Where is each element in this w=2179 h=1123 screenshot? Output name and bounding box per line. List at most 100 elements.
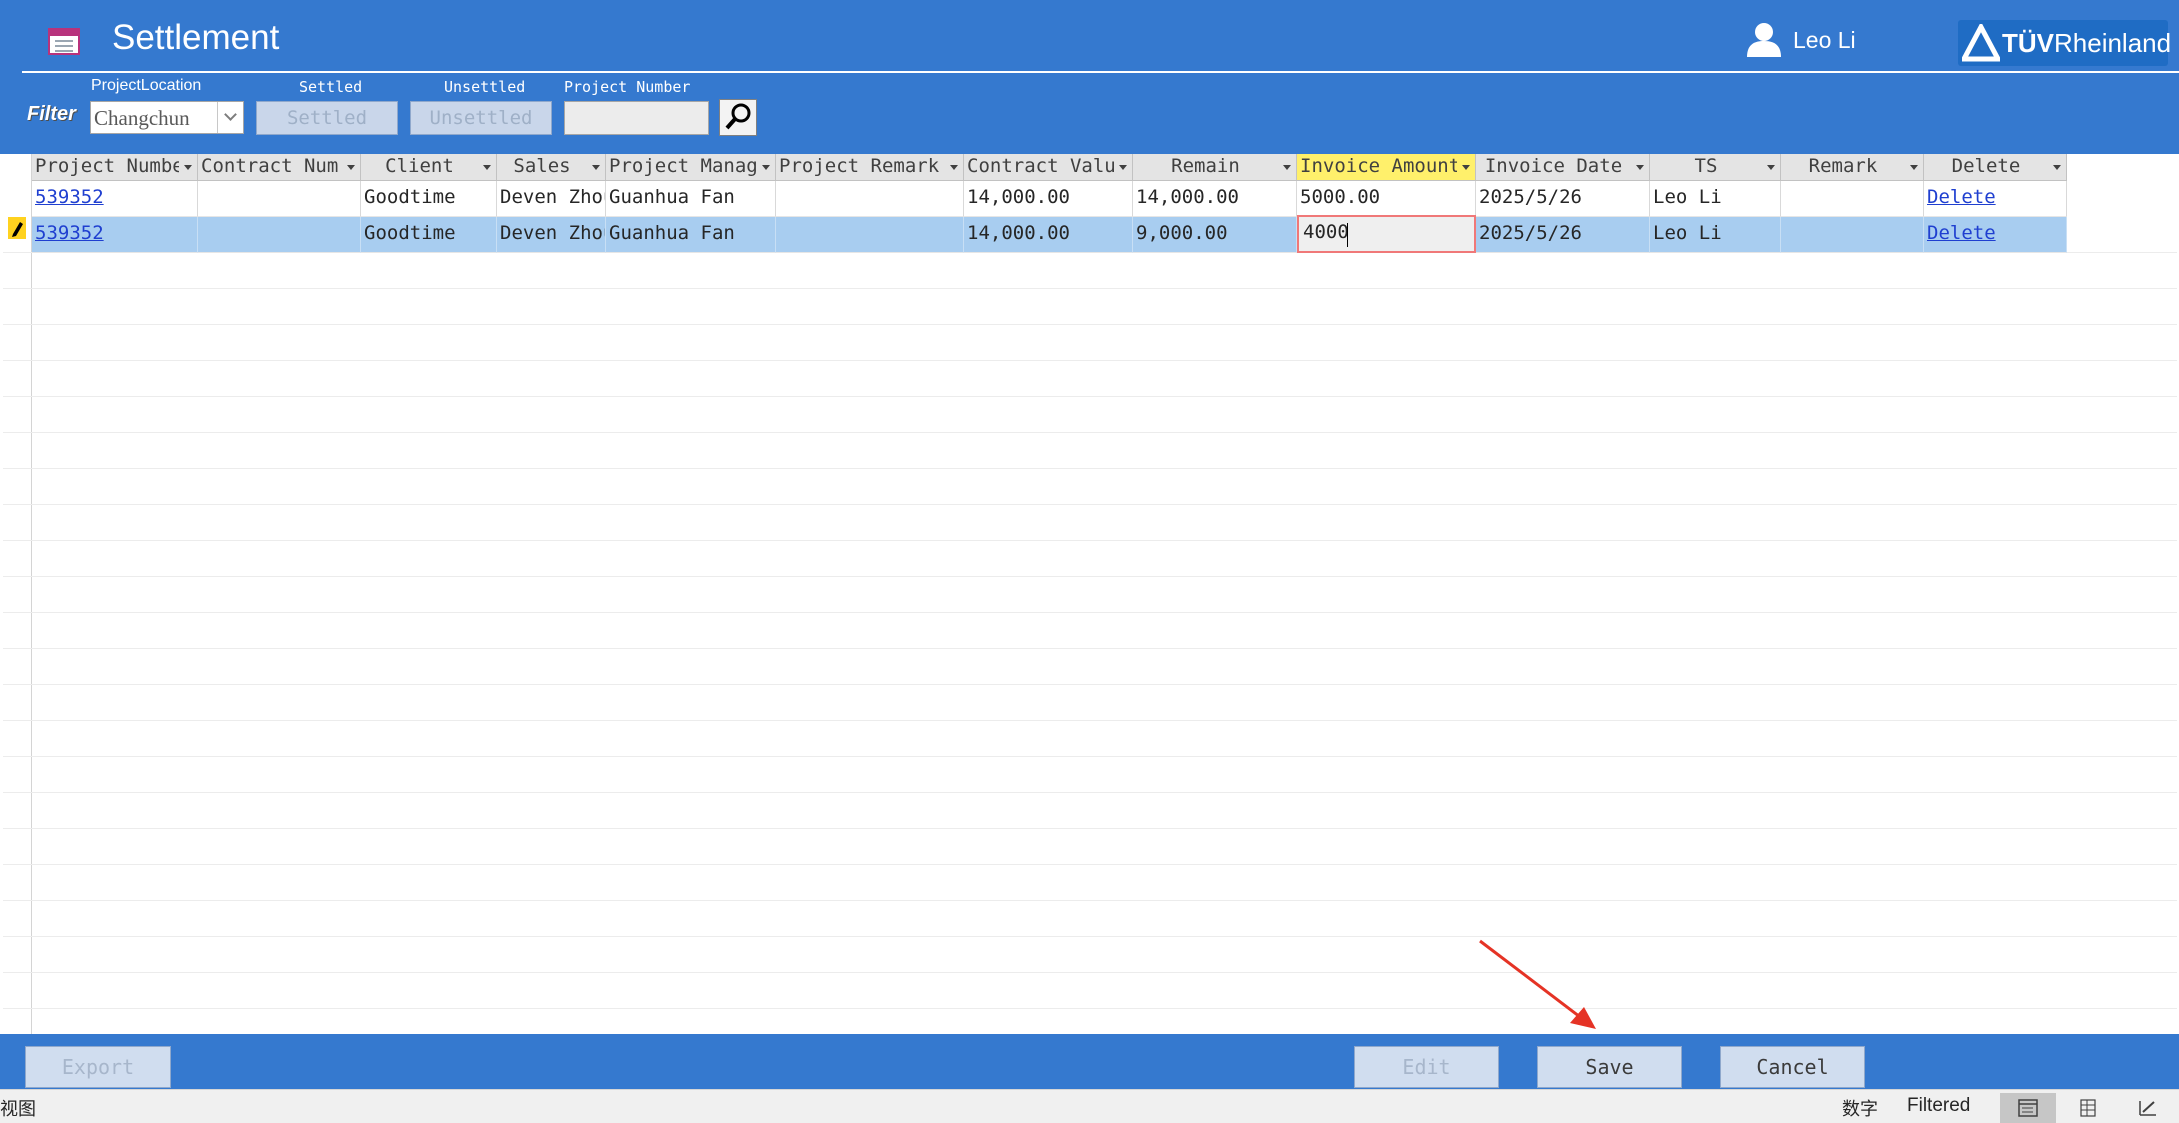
user-name: Leo Li [1793,27,1856,53]
column-header-project-manager[interactable]: Project Manag [606,154,776,181]
cancel-button[interactable]: Cancel [1720,1046,1865,1088]
contract-num-cell[interactable] [198,217,361,253]
column-filter-arrow-icon[interactable] [184,165,192,170]
tuv-rheinland-logo: TÜVRheinland [1958,20,2172,66]
record-selector-column[interactable] [3,154,32,1034]
column-filter-arrow-icon[interactable] [1462,165,1470,170]
design-view-button[interactable] [2120,1093,2176,1123]
invoice-date-cell[interactable]: 2025/5/26 [1476,181,1650,217]
invoice-amount-edit-field[interactable]: 4000 [1297,215,1476,253]
search-button[interactable] [719,99,757,136]
status-view-text: 视图 [0,1099,36,1119]
form-footer: Export Excel Edit Save Cancel [0,1034,2179,1119]
grid-line [3,468,2177,469]
datasheet-view-button[interactable] [2060,1093,2116,1123]
client-cell[interactable]: Goodtime [361,181,497,217]
column-header-project-remark[interactable]: Project Remark [776,154,964,181]
column-filter-arrow-icon[interactable] [1636,165,1644,170]
column-filter-arrow-icon[interactable] [950,165,958,170]
column-header-ts[interactable]: TS [1650,154,1781,181]
form-icon [48,28,80,55]
export-excel-button[interactable]: Export Excel [25,1046,171,1119]
invoice-amount-cell[interactable]: 5000.00 [1297,181,1476,217]
unsettled-button[interactable]: Unsettled [410,101,552,135]
column-filter-arrow-icon[interactable] [762,165,770,170]
grid-line [3,540,2177,541]
column-filter-arrow-icon[interactable] [1283,165,1291,170]
column-header-remark[interactable]: Remark [1781,154,1924,181]
column-header-invoice-date[interactable]: Invoice Date [1476,154,1650,181]
form-view-icon [2018,1099,2038,1117]
column-header-delete[interactable]: Delete [1924,154,2067,181]
grid-line [3,1008,2177,1009]
project-remark-cell[interactable] [776,181,964,217]
contract-value-cell[interactable]: 14,000.00 [964,181,1133,217]
location-value: Changchun [94,106,190,130]
design-view-icon [2139,1101,2156,1116]
column-filter-arrow-icon[interactable] [2053,165,2061,170]
ts-cell[interactable]: Leo Li [1650,217,1781,253]
column-header-contract-num[interactable]: Contract Num [198,154,361,181]
remain-cell[interactable]: 9,000.00 [1133,217,1297,253]
delete-link[interactable]: Delete [1924,181,2067,217]
chevron-down-icon[interactable] [217,102,243,133]
edit-button[interactable]: Edit [1354,1046,1499,1088]
record-edit-pencil-icon [8,217,26,239]
column-header-invoice-amount[interactable]: Invoice Amount [1297,154,1476,181]
client-cell[interactable]: Goodtime [361,217,497,253]
column-filter-arrow-icon[interactable] [1910,165,1918,170]
grid-line [3,864,2177,865]
user-icon [1747,23,1781,57]
project-number-link[interactable]: 539352 [32,181,198,217]
column-filter-arrow-icon[interactable] [1767,165,1775,170]
grid-line [3,936,2177,937]
text-caret [1347,223,1348,247]
column-header-client[interactable]: Client [361,154,497,181]
sales-cell[interactable]: Deven Zhou [497,181,606,217]
grid-line [3,648,2177,649]
project-manager-cell[interactable]: Guanhua Fan [606,217,776,253]
unsettled-caption: Unsettled [444,78,526,96]
column-header-sales[interactable]: Sales [497,154,606,181]
grid-line [3,900,2177,901]
logo-text: TÜVRheinland [2002,28,2172,58]
remark-cell[interactable] [1781,217,1924,253]
column-header-contract-value[interactable]: Contract Valu [964,154,1133,181]
grid-line [3,612,2177,613]
header-divider [22,71,2179,73]
column-filter-arrow-icon[interactable] [1119,165,1127,170]
datasheet-view-icon [2080,1099,2096,1117]
contract-value-cell[interactable]: 14,000.00 [964,217,1133,253]
remain-cell[interactable]: 14,000.00 [1133,181,1297,217]
triangle-logo-icon [1962,24,2000,62]
column-filter-arrow-icon[interactable] [483,165,491,170]
save-button[interactable]: Save [1537,1046,1682,1088]
ts-cell[interactable]: Leo Li [1650,181,1781,217]
column-header-remain[interactable]: Remain [1133,154,1297,181]
column-header-project-number[interactable]: Project Numbe [32,154,198,181]
filter-label: Filter [27,103,76,125]
invoice-date-cell[interactable]: 2025/5/26 [1476,217,1650,253]
settled-button[interactable]: Settled [256,101,398,135]
status-bar: 视图 数字 Filtered [0,1089,2179,1123]
project-number-link[interactable]: 539352 [32,217,198,253]
settled-caption: Settled [299,78,363,96]
grid-line [3,576,2177,577]
delete-link[interactable]: Delete [1924,217,2067,253]
form-view-button[interactable] [2000,1093,2056,1123]
project-number-input[interactable] [564,101,709,135]
status-filtered: Filtered [1907,1095,1971,1116]
location-combobox[interactable]: Changchun [90,101,244,134]
contract-num-cell[interactable] [198,181,361,217]
grid-line [3,432,2177,433]
project-remark-cell[interactable] [776,217,964,253]
project-number-caption: Project Number [564,78,691,96]
remark-cell[interactable] [1781,181,1924,217]
sales-cell[interactable]: Deven Zhou [497,217,606,253]
column-filter-arrow-icon[interactable] [347,165,355,170]
grid-line [3,792,2177,793]
project-manager-cell[interactable]: Guanhua Fan [606,181,776,217]
column-filter-arrow-icon[interactable] [592,165,600,170]
form-header: Settlement Leo Li TÜVRheinland Filter Pr… [0,0,2179,154]
grid-line [3,720,2177,721]
